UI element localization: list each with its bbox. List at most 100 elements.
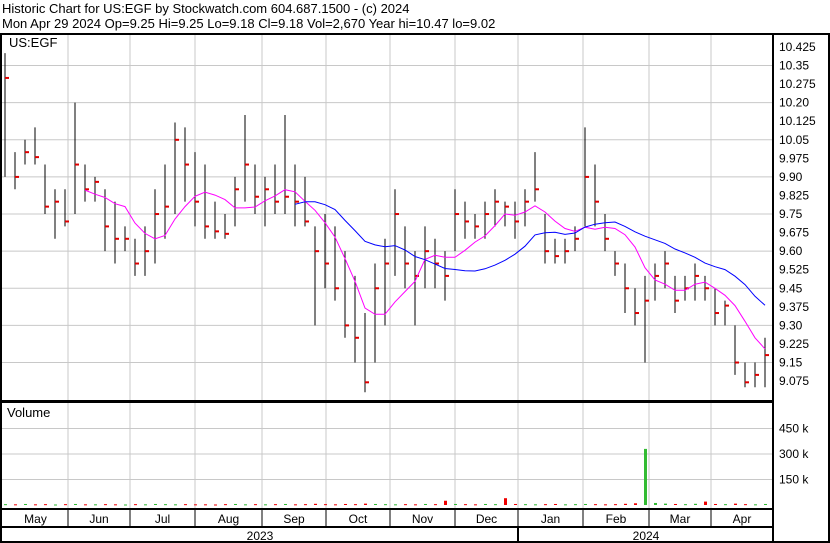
volume-bar <box>144 504 147 506</box>
volume-bar <box>534 504 537 506</box>
volume-bar <box>104 504 107 506</box>
volume-bar <box>64 504 67 506</box>
volume-bar <box>754 504 757 506</box>
volume-bar <box>704 501 707 505</box>
volume-bar <box>584 503 587 505</box>
month-label: Nov <box>412 512 433 526</box>
volume-bar <box>314 503 317 505</box>
volume-bar <box>274 504 277 506</box>
price-tick-label: 9.30 <box>779 318 803 332</box>
volume-bar <box>504 498 507 505</box>
volume-bar <box>554 503 557 505</box>
volume-bar <box>374 503 377 505</box>
volume-bar <box>364 503 367 505</box>
volume-bar <box>14 504 17 506</box>
price-tick-label: 9.075 <box>779 374 809 388</box>
month-label: Feb <box>606 512 627 526</box>
volume-bar <box>184 504 187 506</box>
volume-bar <box>264 504 267 506</box>
volume-bar <box>384 504 387 506</box>
price-tick-label: 10.425 <box>779 40 816 54</box>
volume-bar <box>484 503 487 505</box>
volume-bar <box>614 504 617 506</box>
price-tick-label: 9.60 <box>779 244 803 258</box>
price-tick-label: 9.90 <box>779 170 803 184</box>
volume-bar <box>284 503 287 505</box>
volume-tick-label: 150 k <box>779 473 809 487</box>
volume-bar <box>24 503 27 505</box>
price-tick-label: 10.275 <box>779 77 816 91</box>
price-tick-label: 10.125 <box>779 114 816 128</box>
volume-bar <box>674 503 677 505</box>
price-tick-label: 9.675 <box>779 226 809 240</box>
volume-bar <box>424 503 427 505</box>
volume-bar <box>244 504 247 506</box>
volume-bar <box>564 504 567 506</box>
month-label: Mar <box>670 512 691 526</box>
volume-bar <box>164 504 167 506</box>
volume-bar <box>464 504 467 506</box>
volume-bar <box>254 504 257 506</box>
volume-tick-label: 300 k <box>779 447 809 461</box>
volume-bar <box>744 504 747 506</box>
volume-bar <box>434 504 437 506</box>
volume-bar <box>234 503 237 505</box>
volume-bar <box>524 504 527 506</box>
volume-tick-label: 450 k <box>779 422 809 436</box>
month-label: Jan <box>541 512 560 526</box>
volume-bar <box>74 503 77 505</box>
price-tick-label: 9.225 <box>779 337 809 351</box>
month-label: Dec <box>476 512 497 526</box>
year-label: 2023 <box>247 529 274 543</box>
volume-bar <box>644 448 647 505</box>
volume-bar <box>4 504 7 506</box>
month-label: Sep <box>283 512 305 526</box>
price-tick-label: 10.35 <box>779 59 809 73</box>
price-tick-label: 9.375 <box>779 300 809 314</box>
volume-bar <box>304 504 307 506</box>
volume-bar <box>204 504 207 506</box>
volume-bar <box>124 504 127 506</box>
volume-bar <box>574 504 577 506</box>
price-tick-label: 9.15 <box>779 356 803 370</box>
volume-bar <box>474 504 477 506</box>
volume-bar <box>594 504 597 506</box>
price-panel-frame <box>0 33 774 402</box>
volume-bar <box>214 504 217 506</box>
price-tick-label: 9.525 <box>779 263 809 277</box>
volume-bar <box>94 504 97 506</box>
volume-bar <box>404 504 407 506</box>
volume-bar <box>604 504 607 506</box>
volume-bar <box>714 503 717 505</box>
volume-bar <box>344 503 347 505</box>
volume-bar <box>84 504 87 506</box>
volume-bar <box>154 503 157 505</box>
price-tick-label: 9.975 <box>779 151 809 165</box>
volume-bar <box>34 504 37 506</box>
volume-bar <box>654 502 657 505</box>
volume-bar <box>134 504 137 506</box>
month-label: Aug <box>218 512 239 526</box>
year-label: 2024 <box>633 529 660 543</box>
volume-label: Volume <box>7 405 50 420</box>
volume-bar <box>514 503 517 505</box>
volume-bar <box>114 504 117 506</box>
volume-panel-frame <box>0 401 774 510</box>
price-tick-label: 10.05 <box>779 133 809 147</box>
volume-bar <box>544 504 547 506</box>
volume-bar <box>354 504 357 506</box>
volume-bar <box>174 504 177 506</box>
month-label: Jun <box>89 512 108 526</box>
volume-bar <box>224 504 227 506</box>
month-label: Apr <box>733 512 752 526</box>
chart-canvas: US:EGF Volume 10.425 10.35 10.275 10.20 10.1… <box>0 33 830 543</box>
month-label: May <box>24 512 47 526</box>
month-axis-frame <box>0 508 774 528</box>
volume-bar <box>44 504 47 506</box>
volume-bar <box>324 504 327 506</box>
price-tick-label: 10.20 <box>779 96 809 110</box>
volume-bar <box>414 504 417 506</box>
symbol-label: US:EGF <box>9 35 57 50</box>
volume-bar <box>684 504 687 506</box>
volume-bar <box>694 503 697 505</box>
